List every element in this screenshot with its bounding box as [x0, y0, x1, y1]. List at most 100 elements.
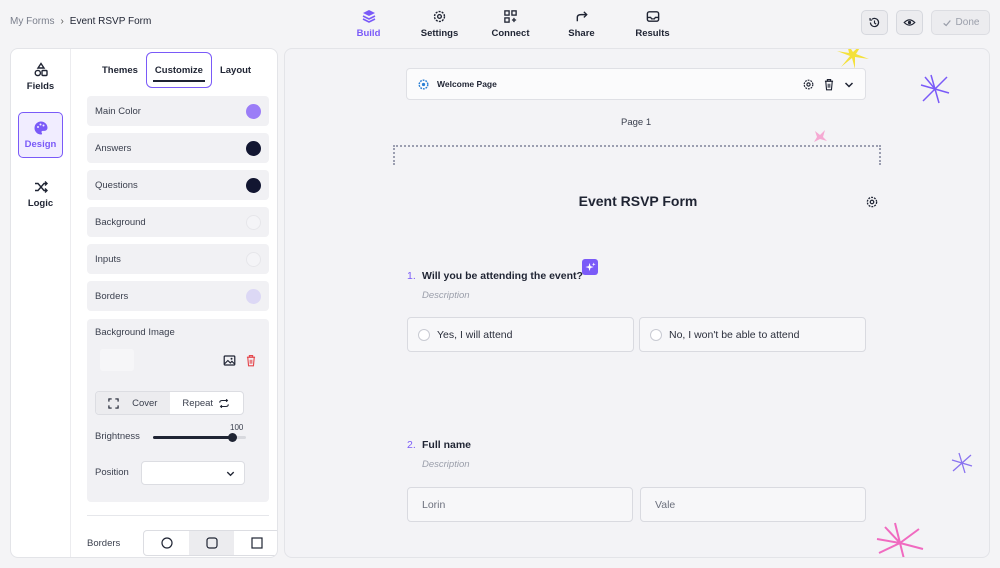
border-round-option[interactable] [144, 531, 189, 555]
nav-results[interactable]: Results [617, 6, 688, 39]
brightness-label: Brightness [95, 431, 140, 442]
border-square-option[interactable] [234, 531, 277, 555]
gear-icon [418, 79, 429, 90]
first-name-field[interactable]: Lorin [407, 487, 633, 522]
grid-connect-icon [504, 9, 517, 23]
background-image-preview [95, 345, 262, 395]
fit-repeat-option[interactable]: Repeat [170, 392, 244, 414]
brightness-slider-fill [153, 436, 233, 439]
border-rounded-option[interactable] [189, 531, 234, 555]
breadcrumb: My Forms › Event RSVP Form [10, 16, 151, 27]
nav-settings-label: Settings [420, 28, 459, 39]
color-row-borders[interactable]: Borders [87, 281, 269, 311]
brightness-slider[interactable] [153, 433, 246, 442]
image-icon[interactable] [223, 354, 236, 367]
gear-icon[interactable] [802, 78, 815, 91]
nav-build[interactable]: Build [333, 6, 404, 39]
circle-icon [160, 537, 173, 549]
color-row-label: Borders [95, 290, 129, 302]
color-swatch-questions[interactable] [246, 177, 261, 193]
check-icon [942, 19, 951, 26]
last-name-field[interactable]: Vale [640, 487, 866, 522]
fit-cover-option[interactable]: Cover [96, 392, 170, 414]
nav-connect-label: Connect [491, 28, 530, 39]
trash-icon[interactable] [823, 78, 835, 91]
question-number: 2. [407, 439, 416, 451]
color-swatch-main[interactable] [246, 103, 261, 119]
borders-style-toggle [143, 530, 277, 556]
page-drop-zone [393, 145, 881, 165]
history-button[interactable] [861, 10, 888, 35]
sparkles-icon [584, 261, 596, 271]
tab-customize[interactable]: Customize [145, 52, 212, 88]
color-swatch-background[interactable] [246, 214, 261, 230]
nav-settings[interactable]: Settings [404, 6, 475, 39]
color-row-questions[interactable]: Questions [87, 170, 269, 200]
repeat-icon [219, 398, 229, 408]
chevron-down-icon[interactable] [843, 78, 855, 91]
share-arrow-icon [576, 10, 588, 21]
gear-icon[interactable] [865, 195, 879, 209]
color-swatch-inputs[interactable] [246, 251, 261, 267]
history-icon [869, 17, 880, 28]
tab-layout[interactable]: Layout [212, 52, 259, 88]
choice-label: No, I won't be able to attend [669, 328, 800, 341]
chevron-down-icon [226, 471, 235, 477]
form-title[interactable]: Event RSVP Form [285, 193, 989, 209]
color-row-answers[interactable]: Answers [87, 133, 269, 163]
choice-option[interactable]: Yes, I will attend [407, 317, 634, 352]
done-label: Done [955, 17, 980, 28]
nav-share-label: Share [568, 28, 595, 39]
ai-magic-button[interactable] [582, 259, 598, 275]
sparkle-violet-icon [951, 452, 973, 474]
square-icon [250, 537, 263, 549]
design-tabs: Themes Customize Layout [72, 52, 277, 88]
design-panel: Themes Customize Layout Main Color Answe… [72, 49, 277, 557]
layers-icon [362, 10, 375, 23]
color-row-label: Questions [95, 179, 138, 191]
brightness-slider-thumb[interactable] [227, 433, 237, 442]
choice-option[interactable]: No, I won't be able to attend [639, 317, 866, 352]
color-swatch-borders[interactable] [246, 288, 261, 304]
main-nav: Build Settings Connect Share Results [333, 6, 688, 39]
sparkle-purple-icon [920, 74, 950, 104]
nav-build-label: Build [356, 28, 381, 39]
breadcrumb-my-forms[interactable]: My Forms [10, 16, 54, 27]
top-bar: My Forms › Event RSVP Form Build Setting… [0, 0, 1000, 46]
radio-circle [650, 328, 662, 341]
preview-button[interactable] [896, 10, 923, 35]
question-description[interactable]: Description [422, 290, 470, 301]
rail-fields[interactable]: Fields [18, 54, 63, 100]
color-row-inputs[interactable]: Inputs [87, 244, 269, 274]
color-row-label: Inputs [95, 253, 121, 265]
breadcrumb-current: Event RSVP Form [69, 16, 152, 27]
color-row-background[interactable]: Background [87, 207, 269, 237]
question-title[interactable]: Will you be attending the event? [422, 270, 583, 282]
side-panel: Fields Design Logic Themes Customize Lay… [10, 48, 278, 558]
trash-icon[interactable] [245, 354, 257, 367]
question-title[interactable]: Full name [422, 439, 471, 451]
position-select[interactable] [141, 461, 245, 485]
expand-icon [108, 397, 119, 409]
tab-themes[interactable]: Themes [94, 52, 146, 88]
nav-share[interactable]: Share [546, 6, 617, 39]
color-row-main[interactable]: Main Color [87, 96, 269, 126]
rail-logic-label: Logic [27, 198, 54, 209]
color-swatch-answers[interactable] [246, 140, 261, 156]
palette-icon [34, 121, 47, 135]
background-image-thumbnail[interactable] [100, 349, 134, 371]
gear-icon [433, 10, 446, 22]
brightness-value: 100 [230, 423, 244, 432]
welcome-page-bar[interactable]: Welcome Page [406, 68, 866, 100]
sparkle-magenta-icon [876, 522, 924, 557]
rail-logic[interactable]: Logic [18, 171, 63, 217]
rail-design[interactable]: Design [18, 112, 63, 158]
position-label: Position [95, 467, 129, 478]
question-description[interactable]: Description [422, 459, 470, 470]
background-image-section: Background Image Cover Repeat 100 Bright… [87, 319, 269, 502]
background-fit-toggle: Cover Repeat [95, 391, 244, 415]
nav-connect[interactable]: Connect [475, 6, 546, 39]
page-label: Page 1 [621, 117, 652, 128]
done-button[interactable]: Done [931, 10, 990, 35]
shuffle-icon [34, 181, 48, 193]
